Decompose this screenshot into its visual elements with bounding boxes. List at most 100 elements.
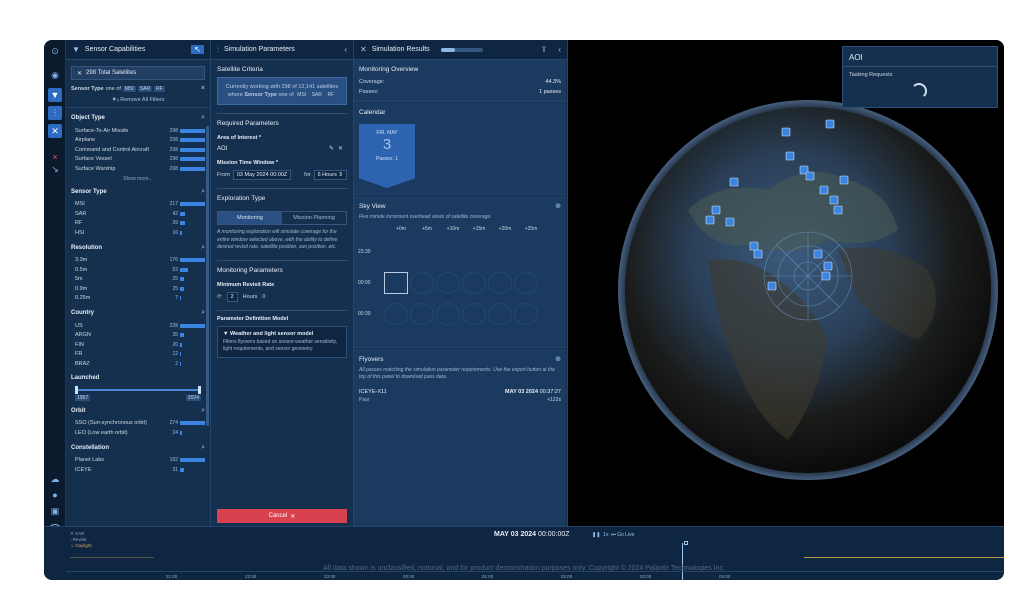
satellite-marker[interactable]	[749, 241, 759, 251]
sky-cell[interactable]	[462, 303, 486, 325]
flyover-row[interactable]: ICEYE-X11 MAY 03 2024 00:37:27	[354, 381, 566, 395]
sky-cell[interactable]	[384, 303, 408, 325]
satellite-marker[interactable]	[833, 205, 843, 215]
tab-monitoring[interactable]: Monitoring	[218, 212, 282, 224]
satellite-icon[interactable]: ✕	[48, 124, 62, 138]
satellite-marker[interactable]	[725, 217, 735, 227]
export-icon[interactable]: ⇪	[541, 45, 548, 54]
facet-row[interactable]: HSI 16	[71, 228, 205, 238]
facet-row[interactable]: SSO (Sun-synchronous orbit) 274	[71, 419, 205, 429]
facet-row[interactable]: LEO (Low earth orbit) 24	[71, 428, 205, 438]
facet-row[interactable]: ICEYE 31	[71, 465, 205, 475]
satellite-marker[interactable]	[823, 261, 833, 271]
timeline[interactable]: ✕ SAR ◦ Revisit ☼ Daylight MAY 03 2024 0…	[44, 526, 1004, 580]
from-date-input[interactable]: 03 May 2024 00:00Z	[232, 170, 292, 180]
satellite-marker[interactable]	[785, 151, 795, 161]
satellite-marker[interactable]	[711, 205, 721, 215]
satellite-marker[interactable]	[819, 185, 829, 195]
facet-row[interactable]: Airplane 298	[71, 136, 205, 146]
facet-row[interactable]: RF 39	[71, 219, 205, 229]
aoi-footprint[interactable]	[763, 231, 853, 321]
sky-cell[interactable]	[410, 303, 434, 325]
go-live-button[interactable]: ⏮ Go Live	[611, 532, 634, 538]
search-icon[interactable]: ⌕	[201, 407, 205, 415]
tab-mission-planning[interactable]: Mission Planning	[282, 212, 346, 224]
sky-cell[interactable]	[462, 272, 486, 294]
revisit-rate-input[interactable]: ⟳ 2 Hours 0	[217, 291, 347, 302]
link-icon[interactable]: ↘	[48, 162, 62, 176]
sliders-icon[interactable]: ⫶	[48, 106, 62, 120]
satellite-marker[interactable]	[821, 271, 831, 281]
zoom-icon[interactable]: ⊕	[555, 202, 561, 210]
sky-cell[interactable]	[514, 272, 538, 294]
facet-row[interactable]: US 228	[71, 321, 205, 331]
sky-cell[interactable]	[488, 272, 512, 294]
sensor-model-card[interactable]: ▼ Weather and light sensor model Filters…	[217, 325, 347, 358]
facet-row[interactable]: 3.3m 176	[71, 256, 205, 266]
sky-cell[interactable]	[488, 303, 512, 325]
facet-row[interactable]: 0.5m 53	[71, 265, 205, 275]
facet-row[interactable]: FR 12	[71, 350, 205, 360]
facet-row[interactable]: Surface Warship 298	[71, 164, 205, 174]
close-icon[interactable]: ✕	[338, 146, 347, 152]
facet-row[interactable]: MSI 217	[71, 200, 205, 210]
pause-icon[interactable]: ❚❚	[592, 532, 600, 538]
cloud-icon[interactable]: ☁	[48, 472, 62, 486]
satellite-marker[interactable]	[805, 171, 815, 181]
show-more-link[interactable]: Show more...	[71, 176, 205, 182]
duration-select[interactable]: 6 Hours ⇕	[313, 170, 347, 180]
satellite-marker[interactable]	[813, 249, 823, 259]
remove-filters-button[interactable]: ▼ₓ Remove All Filters	[66, 97, 210, 103]
sky-cell[interactable]	[436, 272, 460, 294]
sky-cell[interactable]	[410, 272, 434, 294]
facet-row[interactable]: 5m 25	[71, 275, 205, 285]
timeline-axis[interactable]: 21:00 22:00 23:00 00:00 01:00 02:00 03:00 04:00	[66, 571, 1004, 580]
facet-row[interactable]: FIN 20	[71, 340, 205, 350]
lock-icon[interactable]: ▣	[48, 504, 62, 518]
search-icon[interactable]: ⌕	[201, 309, 205, 317]
globe-view[interactable]	[568, 40, 1004, 526]
sky-cell[interactable]	[436, 303, 460, 325]
time-marker[interactable]	[684, 541, 688, 545]
cancel-button[interactable]: Cancel ✕	[217, 509, 347, 523]
scrollbar[interactable]	[206, 126, 209, 426]
facet-row[interactable]: Surface-To-Air Missile 298	[71, 126, 205, 136]
edit-icon[interactable]: ✎	[329, 146, 338, 152]
satellite-marker[interactable]	[705, 215, 715, 225]
collapse-icon[interactable]: ‹	[558, 45, 561, 54]
globe-icon[interactable]: ◉	[48, 68, 62, 82]
aoi-field[interactable]: AOI ✎✕	[217, 145, 347, 153]
satellite-marker[interactable]	[767, 281, 777, 291]
search-icon[interactable]: ⌕	[201, 244, 205, 252]
facet-row[interactable]: SAR 42	[71, 209, 205, 219]
filter-icon[interactable]: ▼	[48, 88, 62, 102]
search-icon[interactable]: ⌕	[201, 188, 205, 196]
pin-icon[interactable]: ●	[48, 488, 62, 502]
satellite-marker[interactable]	[753, 249, 763, 259]
facet-row[interactable]: 0.25m 7	[71, 294, 205, 304]
sky-cell[interactable]	[514, 303, 538, 325]
tasking-requests[interactable]: Tasking Requests	[843, 67, 997, 83]
satellite-marker[interactable]	[781, 127, 791, 137]
zoom-icon[interactable]: ⊕	[555, 355, 561, 363]
cursor-icon[interactable]: ↖	[191, 45, 204, 54]
facet-row[interactable]: Command and Control Aircraft 298	[71, 145, 205, 155]
globe-map[interactable]: AOI Tasking Requests	[568, 40, 1004, 526]
facet-row[interactable]: Surface Vessel 298	[71, 155, 205, 165]
satellite-marker[interactable]	[825, 119, 835, 129]
satellite-marker[interactable]	[839, 175, 849, 185]
search-icon[interactable]: ⌕	[201, 114, 205, 122]
launch-year-slider[interactable]	[75, 385, 201, 395]
total-satellites[interactable]: ✕ 298 Total Satellites	[71, 66, 205, 80]
speed-button[interactable]: 1x	[603, 532, 608, 538]
facet-row[interactable]: 0.9m 25	[71, 284, 205, 294]
clear-filter-icon[interactable]: ×	[201, 85, 205, 92]
collapse-icon[interactable]: ‹	[344, 45, 347, 54]
facet-row[interactable]: ARGN 35	[71, 331, 205, 341]
satellite-marker[interactable]	[829, 195, 839, 205]
satellite-marker[interactable]	[729, 177, 739, 187]
search-icon[interactable]: ⌕	[201, 444, 205, 452]
facet-row[interactable]: Planet Labs 192	[71, 456, 205, 466]
calendar-day[interactable]: FRI, MAY 3 Passes: 1	[359, 124, 415, 188]
sky-cell[interactable]	[384, 272, 408, 294]
